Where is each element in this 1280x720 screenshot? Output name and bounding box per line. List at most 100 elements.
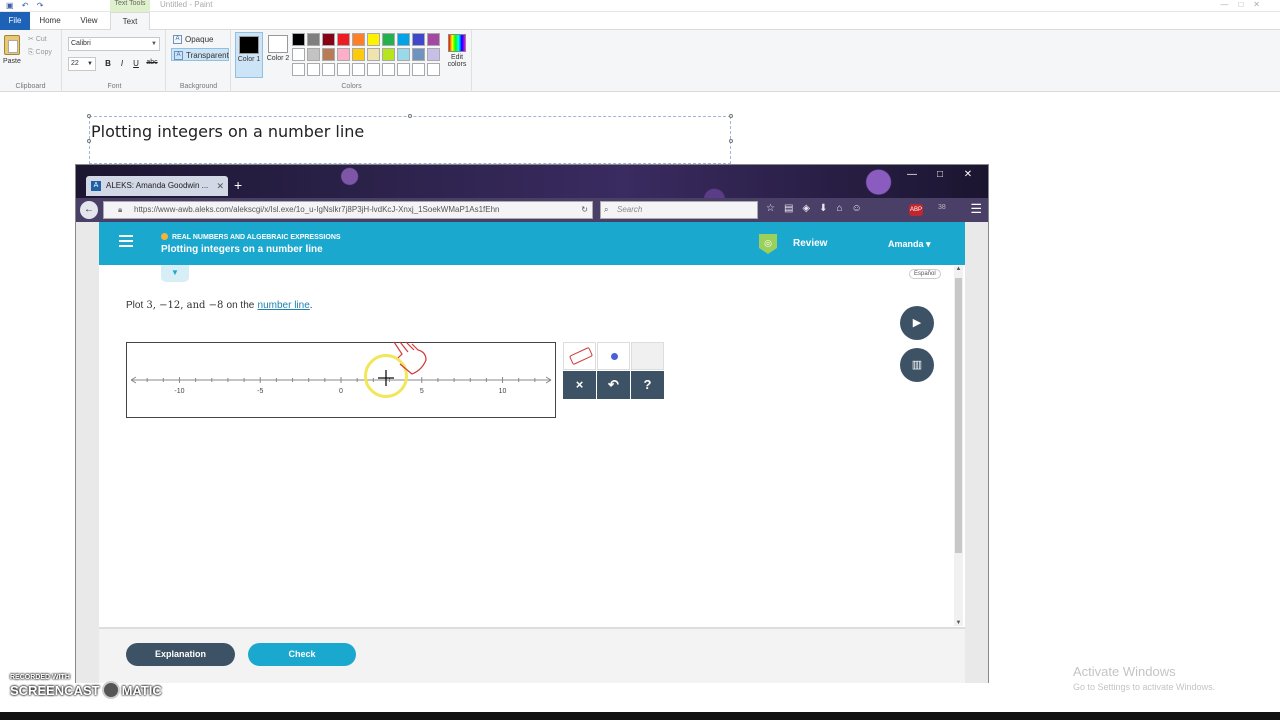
font-size-select[interactable]: 22 ▼ xyxy=(68,57,96,71)
back-button[interactable]: ← xyxy=(80,201,98,219)
underline-button[interactable]: U xyxy=(130,59,142,68)
palette-swatch[interactable] xyxy=(292,33,305,46)
strikethrough-button[interactable]: abc xyxy=(144,59,160,66)
palette-swatch[interactable] xyxy=(352,63,365,76)
palette-swatch[interactable] xyxy=(367,33,380,46)
search-input[interactable]: ⌕ Search xyxy=(600,201,758,219)
palette-swatch[interactable] xyxy=(337,33,350,46)
resize-handle[interactable] xyxy=(408,114,412,118)
palette-swatch[interactable] xyxy=(427,63,440,76)
italic-button[interactable]: I xyxy=(116,59,128,68)
collapse-header-button[interactable]: ▼ xyxy=(161,265,189,282)
resize-handle[interactable] xyxy=(87,139,91,143)
palette-swatch[interactable] xyxy=(427,33,440,46)
color2-button[interactable]: Color 2 xyxy=(264,32,292,78)
resize-handle[interactable] xyxy=(729,114,733,118)
adblock-icon[interactable]: ABP xyxy=(909,204,923,216)
opaque-option[interactable]: A Opaque xyxy=(171,33,229,46)
copy-button[interactable]: ⎘ Copy xyxy=(28,49,52,57)
palette-swatch[interactable] xyxy=(337,63,350,76)
palette-swatch[interactable] xyxy=(352,33,365,46)
palette-swatch[interactable] xyxy=(412,33,425,46)
number-line-svg[interactable]: -10 -5 0 5 10 xyxy=(127,343,555,417)
palette-swatch[interactable] xyxy=(382,33,395,46)
review-shield-icon[interactable]: ◎ xyxy=(759,234,777,254)
crosshair-cursor-icon xyxy=(378,370,394,386)
palette-swatch[interactable] xyxy=(397,63,410,76)
window-controls[interactable]: —□✕ xyxy=(1220,0,1270,9)
hamburger-menu-icon[interactable] xyxy=(119,235,133,247)
palette-swatch[interactable] xyxy=(322,48,335,61)
resize-handle[interactable] xyxy=(87,114,91,118)
espanol-button[interactable]: Español xyxy=(909,269,941,279)
color-palette xyxy=(292,33,440,76)
palette-swatch[interactable] xyxy=(307,33,320,46)
url-bar[interactable]: 🔒︎ https://www-awb.aleks.com/alekscgi/x/… xyxy=(103,201,593,219)
reload-icon[interactable]: ↻ xyxy=(581,202,588,218)
undo-button[interactable]: ↶ xyxy=(597,371,630,399)
minimize-icon[interactable]: — xyxy=(898,169,926,180)
scroll-down-icon[interactable]: ▼ xyxy=(954,620,963,626)
palette-swatch[interactable] xyxy=(337,48,350,61)
review-button[interactable]: Review xyxy=(793,238,827,249)
number-line-graph[interactable]: -10 -5 0 5 10 xyxy=(126,342,556,418)
bold-button[interactable]: B xyxy=(102,59,114,68)
palette-swatch[interactable] xyxy=(427,48,440,61)
color1-button[interactable]: Color 1 xyxy=(235,32,263,78)
page-scrollbar[interactable]: ▲ ▼ xyxy=(954,266,963,626)
palette-swatch[interactable] xyxy=(322,63,335,76)
help-button[interactable]: ? xyxy=(631,371,664,399)
browser-tab[interactable]: A ALEKS: Amanda Goodwin ... ✕ xyxy=(86,176,228,196)
palette-swatch[interactable] xyxy=(397,33,410,46)
number-line-link[interactable]: number line xyxy=(258,300,310,311)
palette-swatch[interactable] xyxy=(412,48,425,61)
tab-view[interactable]: View xyxy=(72,12,106,30)
edit-colors-button[interactable]: Edit colors xyxy=(444,33,470,68)
palette-swatch[interactable] xyxy=(382,63,395,76)
scroll-up-icon[interactable]: ▲ xyxy=(954,266,963,272)
palette-swatch[interactable] xyxy=(292,48,305,61)
transparent-option[interactable]: A Transparent xyxy=(171,48,229,61)
toolbar-icons[interactable]: ☆▤◈⬇⌂☺ xyxy=(766,203,871,214)
point-tool[interactable] xyxy=(597,342,630,370)
screencast-watermark: RECORDED WITH SCREENCAST MATIC xyxy=(10,674,162,699)
paste-icon[interactable] xyxy=(4,35,20,55)
tab-home[interactable]: Home xyxy=(32,12,68,30)
palette-swatch[interactable] xyxy=(367,48,380,61)
font-group-label: Font xyxy=(107,83,122,90)
palette-swatch[interactable] xyxy=(292,63,305,76)
close-icon[interactable]: ✕ xyxy=(954,169,982,180)
palette-swatch[interactable] xyxy=(367,63,380,76)
palette-swatch[interactable] xyxy=(397,48,410,61)
palette-swatch[interactable] xyxy=(382,48,395,61)
aleks-favicon-icon: A xyxy=(91,181,101,191)
clear-button[interactable]: × xyxy=(563,371,596,399)
maximize-icon[interactable]: □ xyxy=(926,169,954,180)
font-family-select[interactable]: Calibri ▼ xyxy=(68,37,160,51)
resize-handle[interactable] xyxy=(729,139,733,143)
explanation-button[interactable]: Explanation xyxy=(126,643,235,666)
close-tab-icon[interactable]: ✕ xyxy=(216,176,224,196)
menu-icon[interactable]: ☰ xyxy=(970,201,982,217)
tab-text[interactable]: Text xyxy=(110,12,150,31)
palette-swatch[interactable] xyxy=(352,48,365,61)
cut-button[interactable]: ✂ Cut xyxy=(28,35,47,43)
paste-button[interactable]: Paste xyxy=(3,58,21,65)
scroll-thumb[interactable] xyxy=(955,278,962,553)
palette-swatch[interactable] xyxy=(322,33,335,46)
eraser-tool[interactable] xyxy=(563,342,596,370)
ebook-button[interactable]: ▥ xyxy=(900,348,934,382)
chevron-down-icon: ▼ xyxy=(87,61,93,67)
quick-access-toolbar[interactable]: ▣ ↶ ↷ xyxy=(6,1,46,10)
check-button[interactable]: Check xyxy=(248,643,356,666)
palette-swatch[interactable] xyxy=(307,63,320,76)
palette-swatch[interactable] xyxy=(307,48,320,61)
canvas-text-box[interactable]: Plotting integers on a number line xyxy=(87,114,733,164)
new-tab-button[interactable]: + xyxy=(234,177,242,193)
video-button[interactable]: ▶ xyxy=(900,306,934,340)
font-family-value: Calibri xyxy=(71,40,91,47)
palette-swatch[interactable] xyxy=(412,63,425,76)
user-menu[interactable]: Amanda ▾ xyxy=(888,239,931,250)
lock-icon: 🔒︎ xyxy=(118,205,123,214)
tab-file[interactable]: File xyxy=(0,12,30,30)
